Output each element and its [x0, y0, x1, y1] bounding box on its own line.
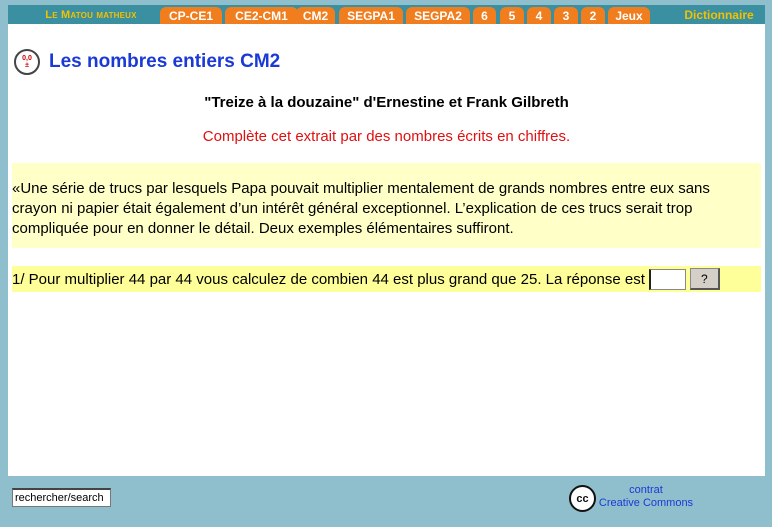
content-panel: 0,0 ± Les nombres entiers CM2 "Treize à … — [8, 24, 765, 476]
excerpt-box: «Une série de trucs par lesquels Papa po… — [12, 163, 761, 248]
creative-commons-link[interactable]: contrat Creative Commons — [598, 484, 694, 510]
page-title: Les nombres entiers CM2 — [49, 51, 281, 72]
check-answer-button[interactable]: ? — [689, 268, 720, 290]
tab-segpa1[interactable]: SEGPA1 — [339, 7, 403, 24]
answer-input[interactable] — [648, 268, 686, 290]
question-text: 1/ Pour multiplier 44 par 44 vous calcul… — [12, 270, 645, 288]
tab-segpa2[interactable]: SEGPA2 — [406, 7, 470, 24]
tab-3[interactable]: 3 — [554, 7, 578, 24]
excerpt-text: «Une série de trucs par lesquels Papa po… — [12, 180, 710, 237]
tab-6[interactable]: 6 — [473, 7, 496, 24]
tab-2[interactable]: 2 — [581, 7, 605, 24]
tab-5[interactable]: 5 — [500, 7, 524, 24]
icon-mouth: ± — [25, 62, 29, 69]
icon-eyes: 0,0 — [22, 55, 32, 62]
brand-link[interactable]: Le Matou matheux — [16, 5, 166, 24]
question-row: 1/ Pour multiplier 44 par 44 vous calcul… — [12, 266, 761, 292]
cc-line-contrat: contrat — [629, 484, 663, 496]
title-row: 0,0 ± Les nombres entiers CM2 — [14, 48, 280, 76]
tab-4[interactable]: 4 — [527, 7, 551, 24]
tab-ce2-cm1[interactable]: CE2-CM1 — [225, 7, 298, 24]
smiley-math-icon: 0,0 ± — [14, 49, 40, 75]
book-reference: "Treize à la douzaine" d'Ernestine et Fr… — [204, 94, 569, 111]
cc-line-creative-commons: Creative Commons — [598, 497, 694, 509]
dictionary-link[interactable]: Dictionnaire — [676, 5, 762, 24]
creative-commons-icon[interactable]: cc — [569, 485, 596, 512]
tab-cp-ce1[interactable]: CP-CE1 — [160, 7, 222, 24]
search-input[interactable] — [12, 488, 111, 507]
top-nav-bar: Le Matou matheux CP-CE1 CE2-CM1 CM2 SEGP… — [8, 5, 765, 24]
tab-jeux[interactable]: Jeux — [608, 7, 650, 24]
tab-cm2[interactable]: CM2 — [296, 7, 335, 24]
instruction-text: Complète cet extrait par des nombres écr… — [202, 128, 571, 145]
